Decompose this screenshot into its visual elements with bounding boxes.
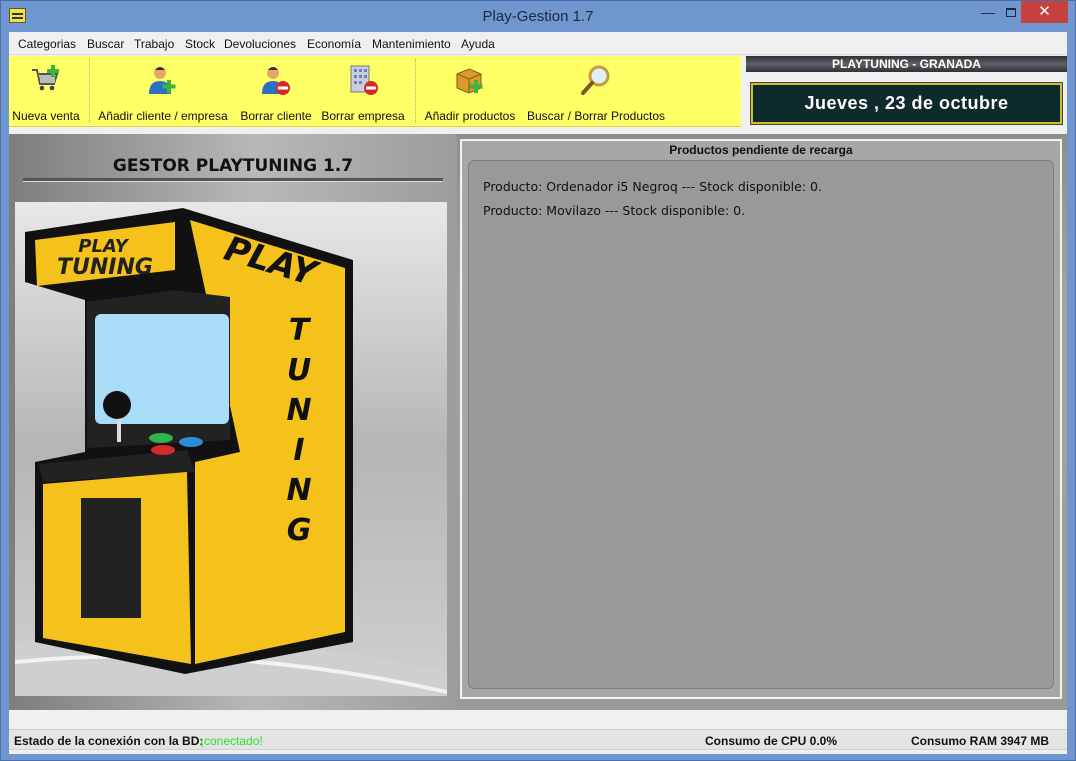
menu-economia[interactable]: Economía: [307, 37, 361, 51]
add-box-icon: [456, 68, 483, 94]
delete-user-icon: [262, 67, 290, 95]
logo-text-play: PLAY: [78, 236, 130, 257]
app-window: Play-Gestion 1.7 — ✕ Categorias Buscar T…: [0, 0, 1076, 761]
add-products-label: Añadir productos: [424, 109, 516, 123]
menu-categorias[interactable]: Categorias: [18, 37, 76, 51]
menu-bar: Categorias Buscar Trabajo Stock Devoluci…: [9, 32, 1067, 55]
search-products-button[interactable]: Buscar / Borrar Productos: [523, 62, 669, 123]
arcade-logo-image: PLAY TUNING PLAY T U N I N G: [15, 202, 447, 696]
shopping-cart-icon: [32, 65, 59, 91]
search-products-label: Buscar / Borrar Productos: [526, 109, 666, 123]
add-products-button[interactable]: Añadir productos: [421, 62, 519, 123]
toolbar-separator: [89, 59, 90, 123]
maximize-icon: [1006, 8, 1016, 17]
side-letter-n2: N: [286, 473, 311, 508]
add-user-icon: [149, 67, 176, 94]
toolbar-separator: [415, 59, 416, 123]
main-panel: GESTOR PLAYTUNING 1.7 PLAY TUNING PLAY T…: [9, 134, 1067, 710]
pending-products-panel: Productos pendiente de recarga Producto:…: [460, 139, 1062, 699]
app-heading: GESTOR PLAYTUNING 1.7: [112, 156, 354, 176]
pending-products-list[interactable]: Producto: Ordenador i5 Negroq --- Stock …: [468, 160, 1054, 689]
delete-company-button[interactable]: Borrar empresa: [317, 62, 409, 123]
add-client-label: Añadir cliente / empresa: [98, 109, 228, 123]
new-sale-label: Nueva venta: [12, 109, 80, 123]
side-letter-g: G: [287, 513, 312, 548]
date-display: Jueves , 23 de octubre: [750, 82, 1063, 125]
new-sale-button[interactable]: Nueva venta: [11, 62, 81, 123]
store-name-banner: PLAYTUNING - GRANADA: [746, 56, 1067, 72]
menu-mantenimiento[interactable]: Mantenimiento: [372, 37, 451, 51]
close-button[interactable]: ✕: [1021, 1, 1068, 23]
left-pane: GESTOR PLAYTUNING 1.7 PLAY TUNING PLAY T…: [9, 134, 457, 710]
list-item: Producto: Ordenador i5 Negroq --- Stock …: [483, 179, 822, 194]
menu-stock[interactable]: Stock: [185, 37, 215, 51]
cpu-usage: Consumo de CPU 0.0%: [705, 734, 838, 748]
logo-text-tuning: TUNING: [57, 255, 153, 280]
side-letter-n: N: [286, 393, 311, 428]
client-area: Categorias Buscar Trabajo Stock Devoluci…: [9, 32, 1067, 754]
list-item: Producto: Movilazo --- Stock disponible:…: [483, 203, 746, 218]
ram-usage: Consumo RAM 3947 MB: [911, 734, 1050, 748]
side-letter-i: I: [293, 433, 304, 468]
title-bar[interactable]: Play-Gestion 1.7 — ✕: [1, 1, 1075, 32]
delete-building-icon: [350, 65, 378, 95]
pending-panel-title: Productos pendiente de recarga: [669, 143, 853, 157]
delete-client-button[interactable]: Borrar cliente: [236, 62, 316, 123]
db-status-label: Estado de la conexión con la BD:: [14, 734, 204, 748]
delete-company-label: Borrar empresa: [321, 109, 405, 123]
add-client-button[interactable]: Añadir cliente / empresa: [95, 62, 231, 123]
side-letter-t: T: [289, 313, 312, 348]
db-status-value: ¡conectado!: [200, 734, 263, 748]
toolbar: Nueva venta Añadir cliente / empresa Bor…: [9, 56, 741, 127]
menu-devoluciones[interactable]: Devoluciones: [224, 37, 296, 51]
magnifier-icon: [581, 65, 610, 95]
menu-buscar[interactable]: Buscar: [87, 37, 124, 51]
status-bar: Estado de la conexión con la BD: ¡conect…: [9, 710, 1067, 754]
side-letter-u: U: [287, 353, 311, 388]
window-title: Play-Gestion 1.7: [482, 8, 594, 25]
heading-underline: [23, 178, 443, 181]
menu-ayuda[interactable]: Ayuda: [461, 37, 495, 51]
delete-client-label: Borrar cliente: [240, 109, 312, 123]
menu-trabajo[interactable]: Trabajo: [134, 37, 174, 51]
